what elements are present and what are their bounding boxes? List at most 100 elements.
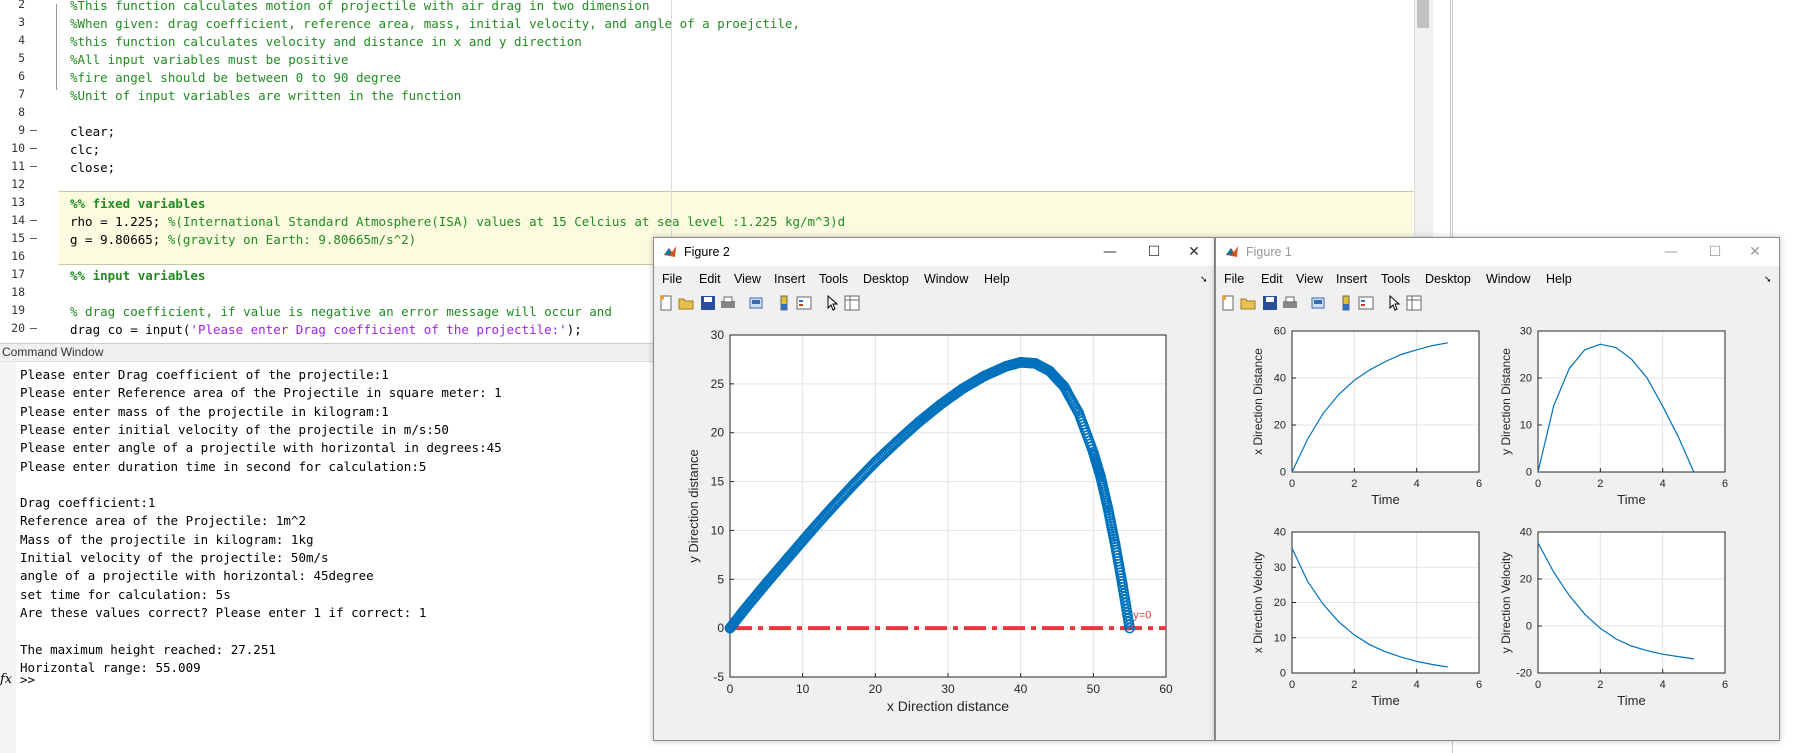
minimize-button[interactable]: — (1653, 242, 1689, 262)
y-axis-label: y Direction Distance (1499, 348, 1513, 455)
code-line[interactable]: drag co = input('Please enter Drag coeff… (70, 322, 582, 337)
link-plot-icon[interactable] (748, 295, 764, 311)
line-number: 12 (11, 177, 25, 191)
property-inspector-icon[interactable] (844, 295, 860, 311)
menu-view[interactable]: View (734, 272, 761, 286)
menu-desktop[interactable]: Desktop (1425, 272, 1471, 286)
x-velocity-vs-time-plot[interactable]: 0 2 4 6 0 10 20 30 40 Time x Direction Velocity (1216, 518, 1498, 718)
y-tick-label: 20 (1520, 574, 1532, 586)
command-output-line: Reference area of the Projectile: 1m^2 (20, 513, 306, 529)
menu-edit[interactable]: Edit (699, 272, 721, 286)
menu-edit[interactable]: Edit (1261, 272, 1283, 286)
code-line[interactable]: close; (70, 160, 115, 175)
save-icon[interactable] (700, 295, 716, 311)
code-token: %(gravity on Earth: 9.80665m/s^2) (167, 232, 417, 247)
pointer-icon[interactable] (1386, 295, 1402, 311)
menu-window[interactable]: Window (1486, 272, 1530, 286)
menu-view[interactable]: View (1296, 272, 1323, 286)
print-icon[interactable] (1282, 295, 1298, 311)
figure-2-titlebar[interactable]: Figure 2 — ☐ ✕ (654, 238, 1214, 266)
code-token: %(International Standard Atmosphere(ISA)… (167, 214, 846, 229)
colorbar-icon[interactable] (776, 295, 792, 311)
y-tick-label: 20 (1274, 420, 1286, 432)
y-velocity-vs-time-plot[interactable]: 0 2 4 6-2002040Timey Direction Velocity (1498, 518, 1778, 718)
minimize-button[interactable]: — (1092, 242, 1128, 262)
breakpoint-marker[interactable]: – (30, 123, 37, 137)
command-output-line: Please enter Reference area of the Proje… (20, 385, 502, 401)
breakpoint-marker[interactable]: – (30, 321, 37, 335)
pointer-icon[interactable] (824, 295, 840, 311)
code-line[interactable]: %When given: drag coefficient, reference… (70, 16, 800, 31)
menu-insert[interactable]: Insert (774, 272, 805, 286)
breakpoint-marker[interactable]: – (30, 159, 37, 173)
colorbar-icon[interactable] (1338, 295, 1354, 311)
dock-arrow-icon[interactable]: ➘ (1200, 274, 1208, 285)
breakpoint-marker[interactable]: – (30, 213, 37, 227)
line-number: 7 (18, 87, 25, 101)
menu-file[interactable]: File (1224, 272, 1244, 286)
maximize-button[interactable]: ☐ (1136, 242, 1172, 262)
scrollbar-thumb[interactable] (1417, 0, 1429, 28)
command-window-header: Command Window (0, 343, 662, 362)
code-line[interactable]: %this function calculates velocity and d… (70, 34, 582, 49)
figure-1-window[interactable]: Figure 1 — ☐ ✕ File Edit View Insert Too… (1215, 237, 1780, 741)
close-button[interactable]: ✕ (1176, 242, 1212, 262)
legend-icon[interactable] (1358, 295, 1374, 311)
close-button[interactable]: ✕ (1737, 242, 1773, 262)
x-axis-label: Time (1371, 693, 1399, 708)
x-tick-label: 60 (1159, 682, 1173, 696)
property-inspector-icon[interactable] (1406, 295, 1422, 311)
y-tick-label: 40 (1274, 527, 1286, 539)
link-plot-icon[interactable] (1310, 295, 1326, 311)
dock-arrow-icon[interactable]: ➘ (1764, 274, 1772, 285)
open-file-icon[interactable] (1240, 295, 1256, 311)
y-tick-label: 0 (717, 621, 724, 635)
matlab-logo-icon (664, 246, 676, 257)
fx-icon[interactable]: fx (0, 672, 12, 687)
code-line[interactable]: clc; (70, 142, 100, 157)
y-distance-vs-time-plot[interactable]: 0 2 4 6 0 10 20 30 Time y Direction Distance (1498, 318, 1778, 518)
menu-insert[interactable]: Insert (1336, 272, 1367, 286)
code-line[interactable]: rho = 1.225; %(International Standard At… (70, 214, 845, 229)
code-line[interactable]: % drag coefficient, if value is negative… (70, 304, 612, 319)
command-window[interactable]: Please enter Drag coefficient of the pro… (0, 362, 660, 753)
figure-2-window[interactable]: Figure 2 — ☐ ✕ File Edit View Insert Too… (653, 237, 1215, 741)
code-line[interactable]: %fire angel should be between 0 to 90 de… (70, 70, 401, 85)
y-axis-label: x Direction Velocity (1251, 552, 1265, 653)
menu-help[interactable]: Help (984, 272, 1010, 286)
menu-desktop[interactable]: Desktop (863, 272, 909, 286)
figure-1-menubar: File Edit View Insert Tools Desktop Wind… (1216, 268, 1779, 290)
figure-1-titlebar[interactable]: Figure 1 — ☐ ✕ (1216, 238, 1779, 266)
new-figure-icon[interactable] (1220, 295, 1236, 311)
y-tick-label: 0 (1280, 668, 1286, 680)
code-line[interactable]: %All input variables must be positive (70, 52, 348, 67)
legend-icon[interactable] (796, 295, 812, 311)
x-tick-label: 0 (1289, 478, 1295, 490)
x-distance-vs-time-plot[interactable]: 0 2 4 60204060Timex Direction Distance (1216, 318, 1498, 518)
save-icon[interactable] (1262, 295, 1278, 311)
y-tick-label: 10 (711, 523, 725, 537)
code-line[interactable]: %Unit of input variables are written in … (70, 88, 461, 103)
trajectory-plot[interactable]: 0 10 20 30 40 50 60-5051015202530x Direction d… (654, 318, 1214, 738)
line-number: 4 (18, 33, 25, 47)
code-line[interactable]: clear; (70, 124, 115, 139)
menu-tools[interactable]: Tools (1381, 272, 1410, 286)
command-prompt[interactable]: >> (20, 672, 35, 687)
code-line[interactable]: %% fixed variables (70, 196, 205, 211)
x-axis-label: x Direction distance (887, 698, 1009, 714)
menu-file[interactable]: File (662, 272, 682, 286)
line-number: 6 (18, 69, 25, 83)
menu-help[interactable]: Help (1546, 272, 1572, 286)
breakpoint-marker[interactable]: – (30, 141, 37, 155)
menu-window[interactable]: Window (924, 272, 968, 286)
code-line[interactable]: g = 9.80665; %(gravity on Earth: 9.80665… (70, 232, 416, 247)
code-token: %% fixed variables (70, 196, 206, 211)
maximize-button[interactable]: ☐ (1697, 242, 1733, 262)
code-line[interactable]: %% input variables (70, 268, 205, 283)
code-line[interactable]: %This function calculates motion of proj… (70, 0, 649, 13)
menu-tools[interactable]: Tools (819, 272, 848, 286)
print-icon[interactable] (720, 295, 736, 311)
open-file-icon[interactable] (678, 295, 694, 311)
new-figure-icon[interactable] (658, 295, 674, 311)
breakpoint-marker[interactable]: – (30, 231, 37, 245)
